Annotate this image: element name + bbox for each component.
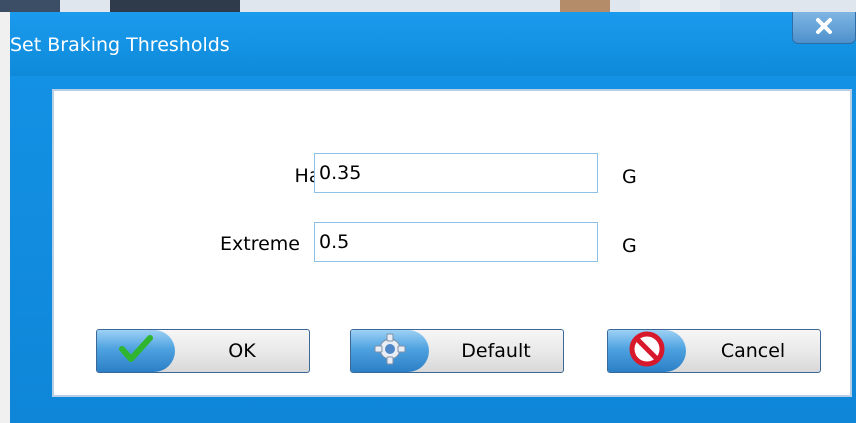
extreme-unit-label: G [622,235,637,257]
cancel-button[interactable]: Cancel [607,329,821,373]
extreme-label: Extreme [220,233,300,255]
dialog-titlebar[interactable]: Set Braking Thresholds [10,12,856,76]
close-icon [815,17,833,39]
background-window-strip [0,0,856,12]
dialog-title: Set Braking Thresholds [10,34,230,56]
no-entry-icon [629,331,665,371]
cancel-button-label: Cancel [720,340,786,362]
default-button[interactable]: Default [350,329,564,373]
cancel-button-icon-cap [608,330,686,372]
braking-thresholds-dialog: Set Braking Thresholds Hard 0.35 G Extre… [10,12,856,423]
default-button-label: Default [461,340,531,362]
ok-button-label: OK [228,340,256,362]
ok-button[interactable]: OK [96,329,310,373]
ok-button-icon-cap [97,330,175,372]
extreme-threshold-input[interactable]: 0.5 [314,222,598,262]
close-button[interactable] [792,12,856,44]
checkmark-icon [119,335,153,367]
gear-icon [373,332,407,370]
default-button-icon-cap [351,330,429,372]
hard-unit-label: G [622,166,637,188]
hard-threshold-input[interactable]: 0.35 [314,153,598,193]
